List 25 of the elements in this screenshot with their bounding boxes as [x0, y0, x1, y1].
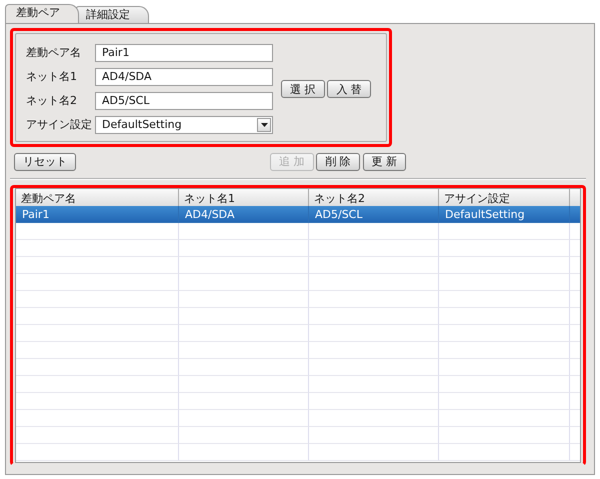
column-header[interactable]: [570, 188, 580, 208]
input-field[interactable]: AD5/SCL: [95, 92, 273, 110]
column-header[interactable]: ネット名1: [179, 188, 309, 208]
column-header[interactable]: アサイン設定: [439, 188, 570, 208]
field-label: ネット名2: [26, 92, 78, 109]
tab[interactable]: 詳細設定: [75, 6, 149, 23]
field-label: 差動ペア名: [26, 44, 82, 61]
table-cell[interactable]: DefaultSetting: [439, 206, 570, 222]
action-button[interactable]: 削 除: [316, 152, 360, 170]
field-label: アサイン設定: [26, 116, 93, 133]
action-button[interactable]: 選 択: [281, 80, 324, 98]
input-field[interactable]: AD4/SDA: [95, 68, 273, 86]
action-button[interactable]: 入 替: [327, 80, 371, 98]
input-field[interactable]: Pair1: [95, 44, 273, 62]
reset-button[interactable]: リセット: [14, 152, 76, 170]
field-label: ネット名1: [26, 68, 78, 85]
tab[interactable]: 差動ペア: [5, 4, 79, 23]
action-button[interactable]: 更 新: [362, 152, 406, 170]
column-header[interactable]: ネット名2: [309, 188, 439, 208]
dropdown[interactable]: DefaultSetting: [95, 116, 273, 134]
table-cell[interactable]: AD4/SDA: [179, 206, 309, 222]
table-cell[interactable]: [570, 206, 580, 222]
column-header[interactable]: 差動ペア名: [16, 188, 179, 208]
table-cell[interactable]: AD5/SCL: [309, 206, 439, 222]
table-cell[interactable]: Pair1: [16, 206, 179, 222]
